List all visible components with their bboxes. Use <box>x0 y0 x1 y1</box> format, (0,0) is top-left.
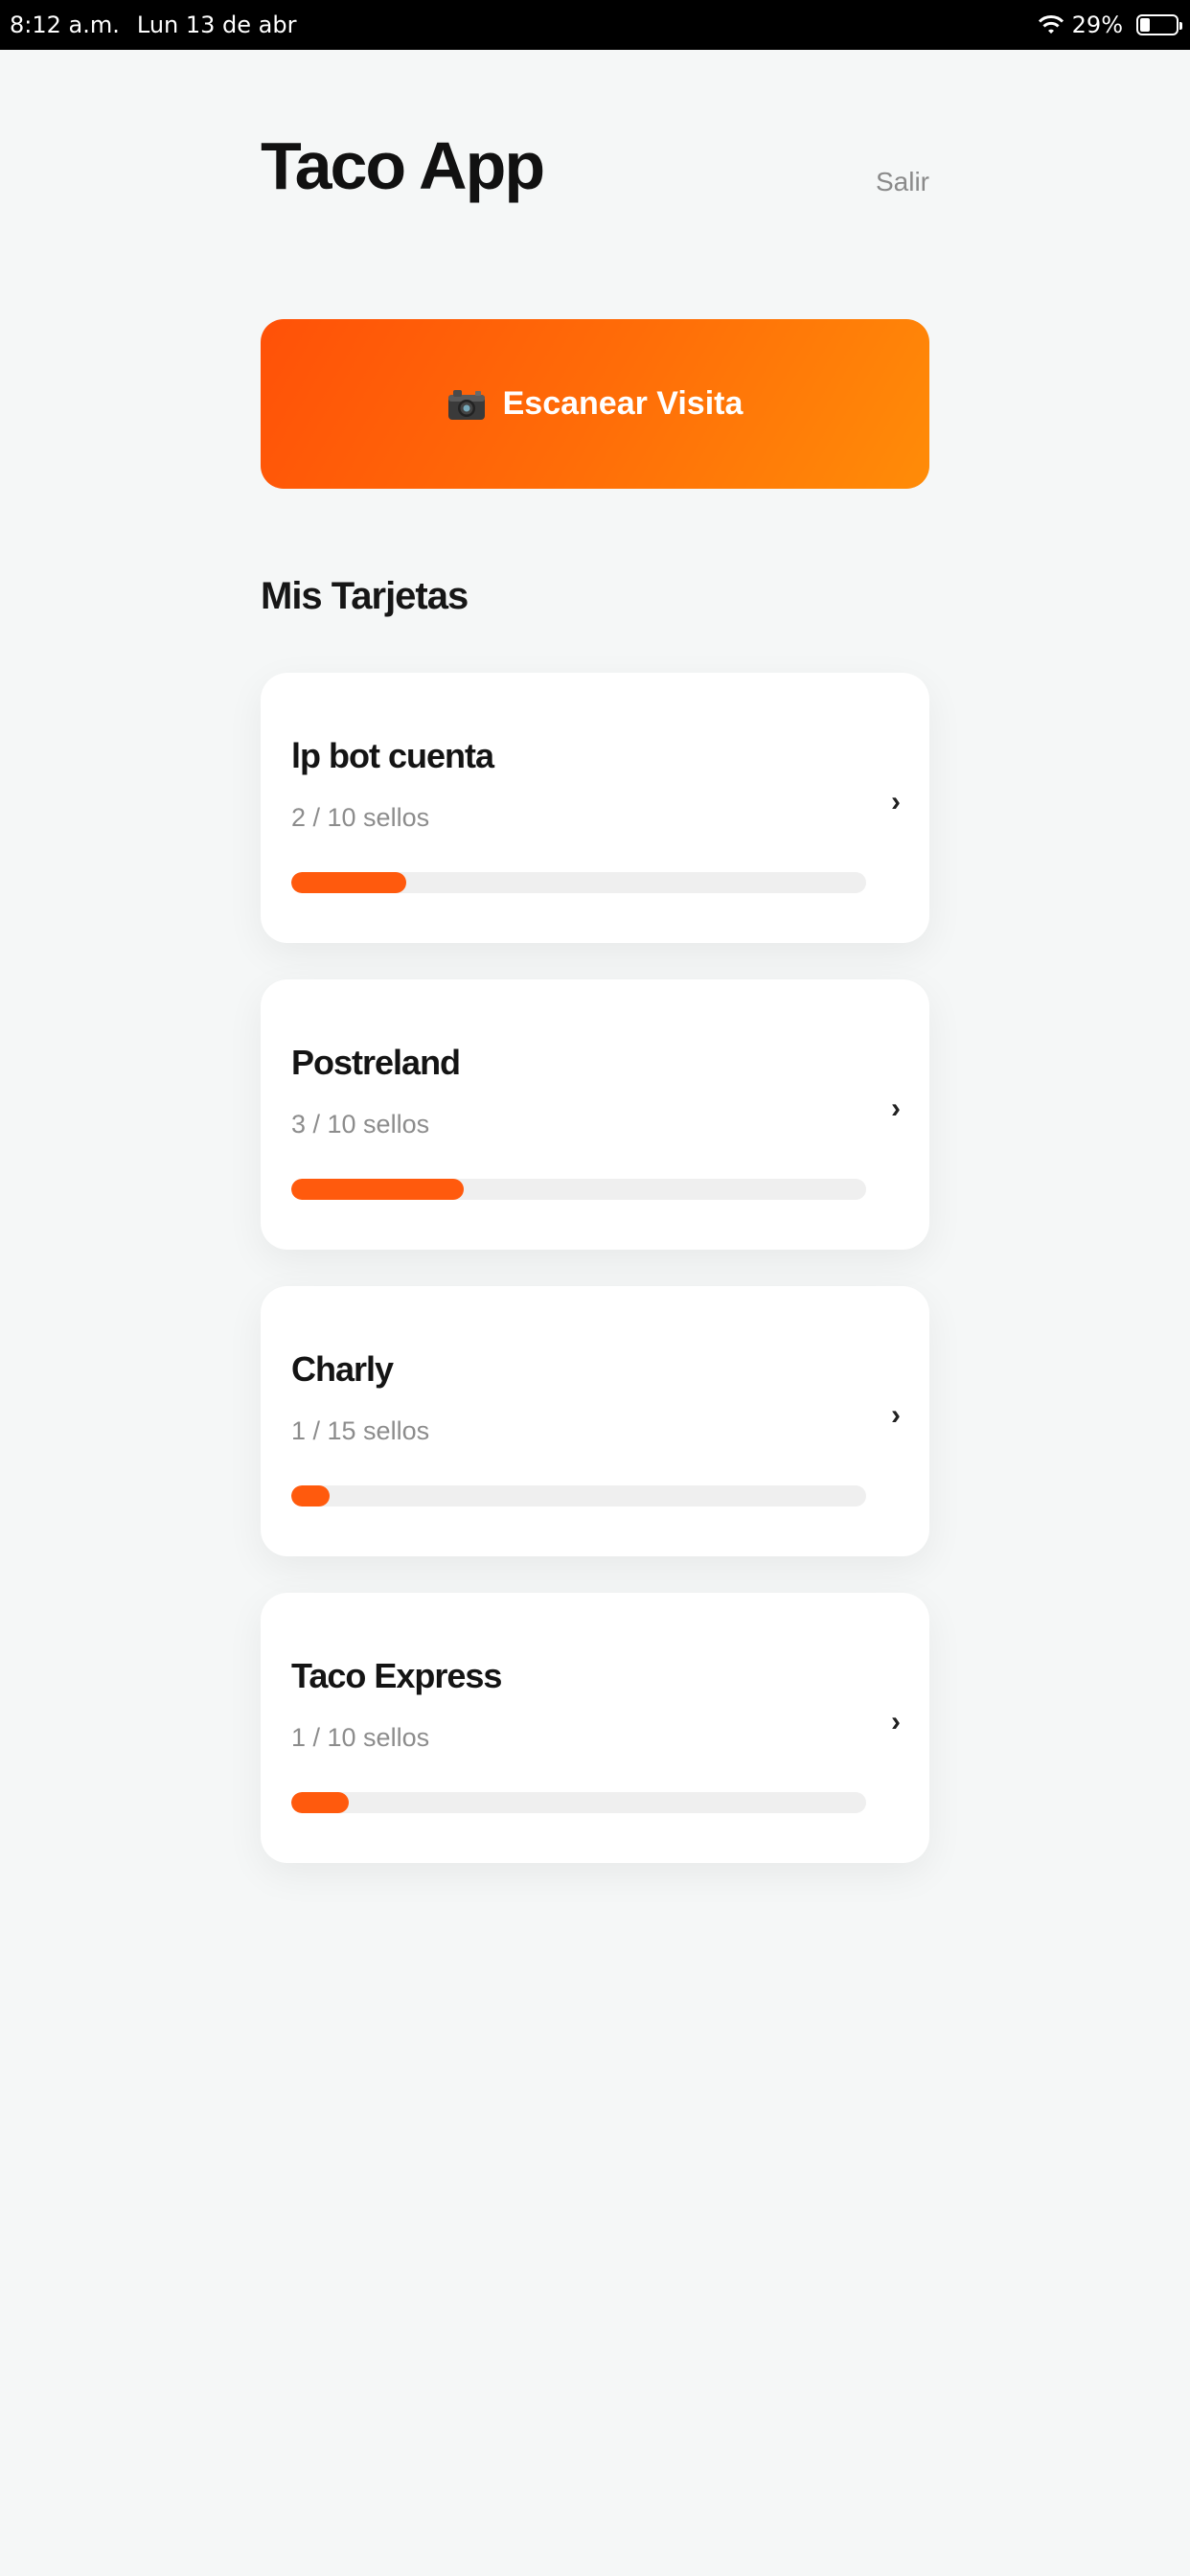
chevron-right-icon: › <box>891 1706 901 1737</box>
battery-icon <box>1136 14 1182 35</box>
progress-track <box>291 872 866 893</box>
progress-fill <box>291 872 406 893</box>
progress-fill <box>291 1792 349 1813</box>
progress-track <box>291 1179 866 1200</box>
status-right: 29% <box>1038 0 1182 50</box>
battery-level <box>1140 18 1150 32</box>
card-stamps: 1 / 15 sellos <box>291 1416 430 1445</box>
status-left: 8:12 a.m. Lun 13 de abr <box>10 0 296 50</box>
wifi-icon <box>1038 15 1064 34</box>
status-time: 8:12 a.m. <box>10 12 120 38</box>
status-bar: 8:12 a.m. Lun 13 de abr 29% <box>0 0 1190 50</box>
chevron-right-icon: › <box>891 786 901 817</box>
section-title: Mis Tarjetas <box>261 575 469 617</box>
card-name: Postreland <box>291 1043 461 1082</box>
progress-fill <box>291 1179 464 1200</box>
logout-link[interactable]: Salir <box>876 167 929 197</box>
chevron-right-icon: › <box>891 1399 901 1431</box>
battery-percent: 29% <box>1071 12 1123 38</box>
status-date: Lun 13 de abr <box>136 12 297 38</box>
card-stamps: 1 / 10 sellos <box>291 1723 430 1752</box>
loyalty-card[interactable]: Taco Express 1 / 10 sellos › <box>261 1593 929 1863</box>
loyalty-card[interactable]: Charly 1 / 15 sellos › <box>261 1286 929 1556</box>
page-title: Taco App <box>261 128 545 203</box>
loyalty-card[interactable]: Postreland 3 / 10 sellos › <box>261 979 929 1250</box>
progress-fill <box>291 1485 331 1506</box>
loyalty-card[interactable]: lp bot cuenta 2 / 10 sellos › <box>261 673 929 943</box>
card-stamps: 3 / 10 sellos <box>291 1110 430 1138</box>
chevron-right-icon: › <box>891 1092 901 1124</box>
progress-track <box>291 1792 866 1813</box>
card-name: lp bot cuenta <box>291 736 494 775</box>
scan-button-label: Escanear Visita <box>502 385 744 422</box>
camera-icon <box>447 389 485 420</box>
scan-visit-button[interactable]: Escanear Visita <box>261 319 929 489</box>
card-name: Taco Express <box>291 1656 502 1695</box>
card-name: Charly <box>291 1349 394 1389</box>
progress-track <box>291 1485 866 1506</box>
card-stamps: 2 / 10 sellos <box>291 803 430 832</box>
